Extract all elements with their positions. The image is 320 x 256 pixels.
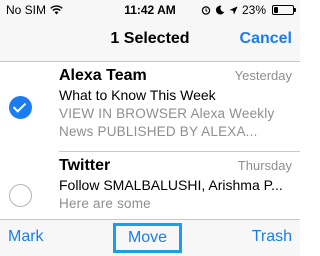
message-subject: What to Know This Week [59,87,216,103]
message-time: Yesterday [234,68,292,83]
alarm-icon [201,6,211,15]
move-button[interactable]: Move [113,223,182,253]
mark-button[interactable]: Mark [8,228,44,246]
status-bar: No SIM 11:42 AM 23% [0,0,300,20]
bottom-toolbar: Mark Move Trash [0,219,300,256]
status-right: 23% [201,3,296,17]
message-preview-line: VIEW IN BROWSER Alexa Weekly [59,106,275,121]
trash-button[interactable]: Trash [252,228,292,246]
wifi-icon [50,5,63,15]
cancel-button[interactable]: Cancel [240,30,292,48]
message-time: Thursday [237,158,292,173]
location-arrow-icon [229,5,238,15]
battery-icon [272,5,296,15]
status-left: No SIM [6,3,63,17]
message-preview-line: News PUBLISHED BY ALEXA... [59,124,258,139]
message-preview-line: Here are some [59,196,151,211]
do-not-disturb-icon [215,5,225,15]
navigation-bar: 1 Selected Cancel [0,20,300,62]
carrier-label: No SIM [6,3,47,17]
move-button-label: Move [127,229,168,246]
selection-checkbox[interactable] [9,184,32,207]
battery-percent: 23% [241,3,266,17]
battery-level-fill [274,7,278,13]
selection-checkbox[interactable] [9,96,32,119]
list-item[interactable]: Alexa Team Yesterday What to Know This W… [0,62,300,152]
message-content: Twitter Thursday Follow SMALBALUSHI, Ari… [59,156,292,213]
checkmark-icon [12,99,27,113]
message-content: Alexa Team Yesterday What to Know This W… [59,66,292,141]
message-subject: Follow SMALBALUSHI, Arishma P... [59,177,283,193]
